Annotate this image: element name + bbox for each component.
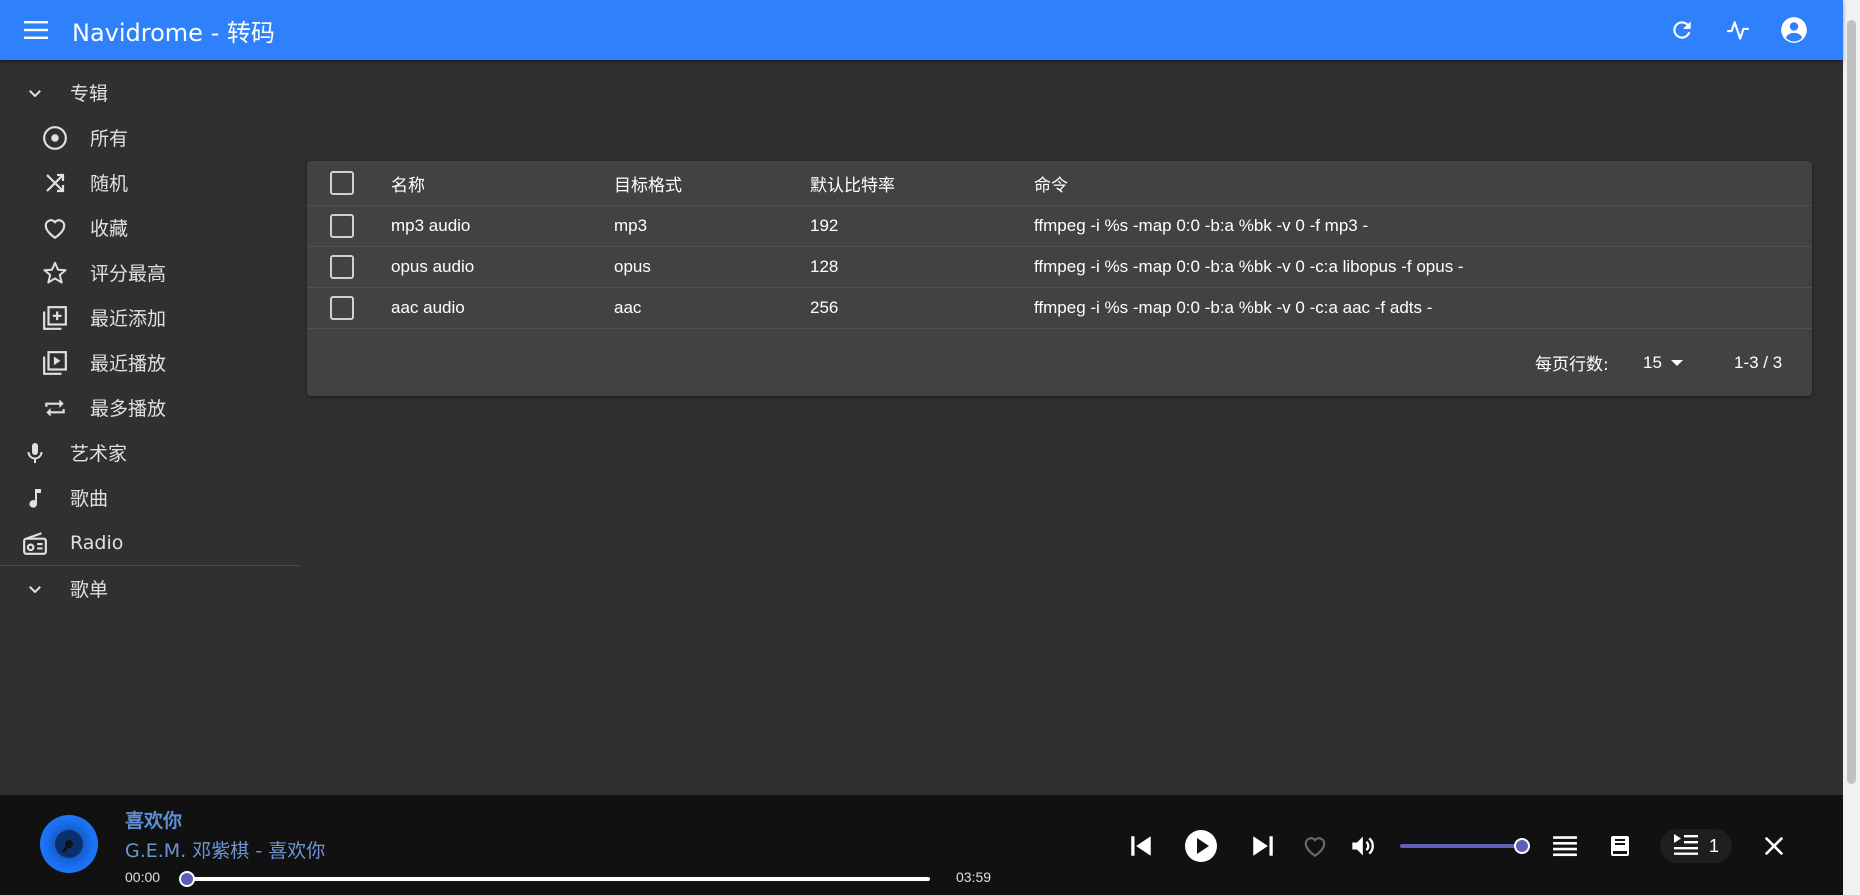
pagination-range: 1-3 / 3 — [1734, 352, 1783, 372]
shuffle-icon — [40, 168, 70, 198]
sidebar-item-all[interactable]: 所有 — [0, 115, 300, 160]
sidebar-item-songs[interactable]: 歌曲 — [0, 475, 300, 520]
microphone-icon — [20, 438, 50, 468]
current-time: 00:00 — [125, 869, 161, 885]
sidebar-item-artists[interactable]: 艺术家 — [0, 430, 300, 475]
vinyl-icon — [55, 830, 83, 858]
song-artist[interactable]: G.E.M. 邓紫棋 - 喜欢你 — [125, 836, 325, 863]
queue-list-icon[interactable] — [1548, 829, 1582, 863]
sidebar-group-label: 歌单 — [70, 579, 109, 601]
volume-slider[interactable] — [1400, 838, 1530, 854]
total-time: 03:59 — [956, 869, 992, 885]
app-title: Navidrome - 转码 — [72, 18, 275, 47]
song-title[interactable]: 喜欢你 — [125, 806, 182, 833]
play-icon[interactable] — [1184, 829, 1218, 863]
table-row[interactable]: mp3 audio mp3 192 ffmpeg -i %s -map 0:0 … — [307, 206, 1812, 247]
table-row[interactable]: opus audio opus 128 ffmpeg -i %s -map 0:… — [307, 247, 1812, 288]
column-header-default-bitrate[interactable]: 默认比特率 — [810, 171, 895, 196]
sidebar-item-label: 最近播放 — [90, 353, 167, 375]
cell-format: mp3 — [614, 216, 648, 235]
vertical-scrollbar[interactable] — [1843, 0, 1860, 895]
sidebar-item-radio[interactable]: Radio — [0, 520, 300, 565]
sidebar-item-label: 所有 — [90, 128, 129, 150]
sidebar-item-recently-added[interactable]: 最近添加 — [0, 295, 300, 340]
sidebar-item-label: 评分最高 — [90, 263, 167, 285]
previous-track-icon[interactable] — [1124, 829, 1158, 863]
rows-per-page-label: 每页行数: — [1535, 355, 1609, 375]
row-checkbox[interactable] — [330, 255, 354, 279]
app-bar: Navidrome - 转码 — [0, 0, 1843, 60]
sidebar-item-top-rated[interactable]: 评分最高 — [0, 250, 300, 295]
sidebar-item-label: 最近添加 — [90, 308, 167, 330]
cell-command: ffmpeg -i %s -map 0:0 -b:a %bk -v 0 -c:a… — [1034, 257, 1464, 276]
sidebar-item-label: 最多播放 — [90, 398, 167, 420]
chevron-down-icon — [20, 78, 50, 108]
cell-format: aac — [614, 298, 642, 317]
column-header-target-format[interactable]: 目标格式 — [614, 171, 682, 196]
activity-icon[interactable] — [1723, 15, 1753, 45]
row-checkbox[interactable] — [330, 296, 354, 320]
queue-count: 1 — [1708, 835, 1719, 856]
album-icon — [40, 123, 70, 153]
cell-name: mp3 audio — [391, 216, 471, 235]
sidebar-group-label: 专辑 — [70, 83, 109, 105]
table-pagination: 每页行数: 15 1-3 / 3 — [307, 329, 1812, 396]
close-icon[interactable] — [1757, 829, 1791, 863]
cell-bitrate: 256 — [810, 298, 839, 317]
radio-icon — [20, 528, 50, 558]
account-icon[interactable] — [1779, 15, 1809, 45]
chevron-down-icon — [20, 574, 50, 604]
column-header-command[interactable]: 命令 — [1034, 171, 1068, 196]
sidebar-group-playlists[interactable]: 歌单 — [0, 566, 300, 611]
menu-icon[interactable] — [22, 16, 50, 44]
transcoding-table: 名称 目标格式 默认比特率 命令 mp3 audio mp3 192 ffmpe… — [307, 161, 1812, 396]
volume-icon[interactable] — [1347, 829, 1381, 863]
sidebar-item-most-played[interactable]: 最多播放 — [0, 385, 300, 430]
rows-per-page-select[interactable]: 15 — [1643, 353, 1684, 373]
caret-down-icon — [1670, 353, 1684, 373]
cell-command: ffmpeg -i %s -map 0:0 -b:a %bk -v 0 -c:a… — [1034, 298, 1433, 317]
sidebar-item-label: 随机 — [90, 173, 129, 195]
column-header-name[interactable]: 名称 — [391, 171, 425, 196]
sidebar-item-favorites[interactable]: 收藏 — [0, 205, 300, 250]
playlist-play-icon — [1673, 833, 1699, 860]
play-queue-button[interactable]: 1 — [1660, 829, 1732, 863]
table-header-row: 名称 目标格式 默认比特率 命令 — [307, 161, 1812, 206]
volume-knob[interactable] — [1514, 838, 1530, 854]
cell-command: ffmpeg -i %s -map 0:0 -b:a %bk -v 0 -f m… — [1034, 216, 1369, 235]
sidebar-item-label: 艺术家 — [70, 443, 128, 465]
cell-name: opus audio — [391, 257, 475, 276]
heart-icon[interactable] — [1298, 829, 1332, 863]
music-note-icon — [20, 483, 50, 513]
lyrics-book-icon[interactable] — [1603, 829, 1637, 863]
cell-bitrate: 192 — [810, 216, 839, 235]
video-library-icon — [40, 348, 70, 378]
rows-per-page-value: 15 — [1643, 352, 1662, 372]
scrollbar-thumb[interactable] — [1847, 20, 1856, 784]
refresh-icon[interactable] — [1667, 15, 1697, 45]
heart-icon — [40, 213, 70, 243]
cell-format: opus — [614, 257, 651, 276]
cell-bitrate: 128 — [810, 257, 839, 276]
sidebar-item-label: 歌曲 — [70, 488, 109, 510]
row-checkbox[interactable] — [330, 214, 354, 238]
cell-name: aac audio — [391, 298, 465, 317]
sidebar-item-label: 收藏 — [90, 218, 129, 240]
music-player: 喜欢你 G.E.M. 邓紫棋 - 喜欢你 00:00 03:59 1 — [0, 795, 1843, 895]
select-all-checkbox[interactable] — [330, 171, 354, 195]
star-icon — [40, 258, 70, 288]
sidebar-item-random[interactable]: 随机 — [0, 160, 300, 205]
table-row[interactable]: aac audio aac 256 ffmpeg -i %s -map 0:0 … — [307, 288, 1812, 329]
sidebar-item-recently-played[interactable]: 最近播放 — [0, 340, 300, 385]
next-track-icon[interactable] — [1246, 829, 1280, 863]
sidebar: 专辑 所有 随机 收藏 评分最高 最近添加 最近播放 最多播放 艺术家 歌曲 R… — [0, 70, 300, 611]
sidebar-item-label: Radio — [70, 531, 124, 554]
progress-bar[interactable] — [179, 871, 930, 887]
repeat-icon — [40, 393, 70, 423]
library-add-icon — [40, 303, 70, 333]
sidebar-group-albums[interactable]: 专辑 — [0, 70, 300, 115]
progress-knob[interactable] — [179, 871, 195, 887]
album-cover[interactable] — [40, 815, 98, 873]
